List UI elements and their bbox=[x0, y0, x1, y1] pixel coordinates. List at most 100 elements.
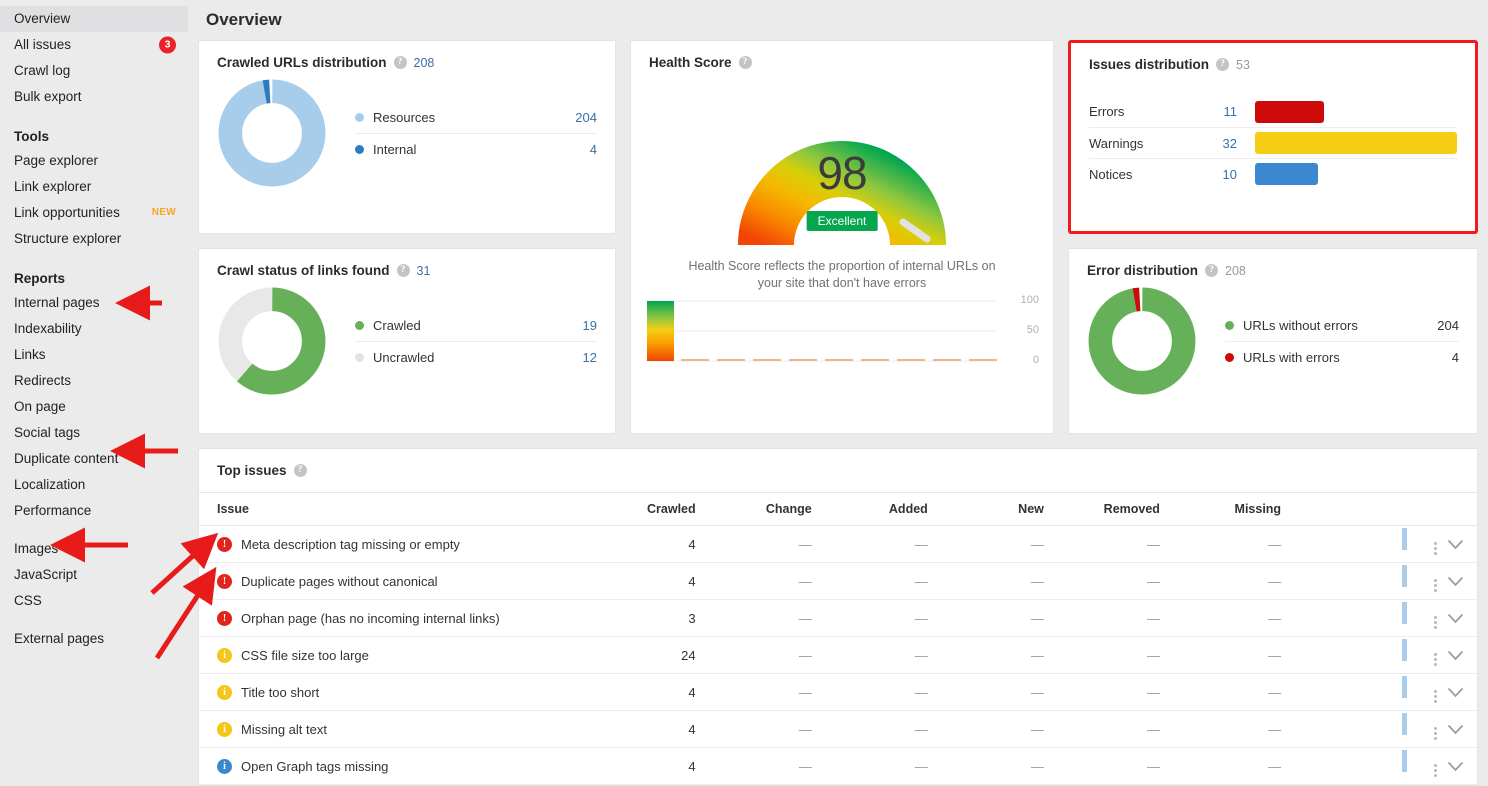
chevron-down-icon[interactable] bbox=[1448, 614, 1463, 624]
bar-fill-warnings bbox=[1255, 132, 1457, 154]
sidebar-item-localization[interactable]: Localization bbox=[0, 472, 188, 498]
help-icon[interactable]: ? bbox=[738, 56, 752, 69]
sidebar-item-on-page[interactable]: On page bbox=[0, 394, 188, 420]
sparkline-bar bbox=[1402, 675, 1408, 698]
cell-expand[interactable] bbox=[1436, 525, 1477, 563]
cell-expand[interactable] bbox=[1436, 562, 1477, 600]
cell-expand[interactable] bbox=[1436, 673, 1477, 711]
table-row[interactable]: i Missing alt text 4— — — — — bbox=[199, 710, 1477, 748]
cell-issue[interactable]: i Open Graph tags missing bbox=[199, 747, 603, 785]
cell-actions[interactable] bbox=[1402, 747, 1437, 785]
row-menu-icon[interactable] bbox=[1433, 653, 1437, 666]
sidebar-item-overview[interactable]: Overview bbox=[0, 6, 188, 32]
cell-issue[interactable]: ! Meta description tag missing or empty bbox=[199, 525, 603, 563]
chevron-down-icon[interactable] bbox=[1448, 725, 1463, 735]
cell-change: — bbox=[695, 747, 812, 785]
sidebar-item-label: Page explorer bbox=[14, 153, 99, 168]
row-menu-icon[interactable] bbox=[1433, 690, 1437, 703]
cell-issue[interactable]: ! Orphan page (has no incoming internal l… bbox=[199, 599, 603, 637]
sidebar-item-links[interactable]: Links bbox=[0, 342, 188, 368]
cell-crawled: 4 bbox=[602, 710, 696, 748]
cell-issue[interactable]: i Title too short bbox=[199, 673, 603, 711]
legend-label: URLs with errors bbox=[1243, 349, 1340, 365]
chevron-down-icon[interactable] bbox=[1448, 762, 1463, 772]
bar-item-notices[interactable]: Notices 10 bbox=[1089, 158, 1457, 189]
cell-actions[interactable] bbox=[1402, 525, 1437, 563]
bar-item-errors[interactable]: Errors 11 bbox=[1089, 96, 1457, 127]
row-menu-icon[interactable] bbox=[1433, 579, 1437, 592]
sidebar-item-bulk-export[interactable]: Bulk export bbox=[0, 84, 188, 110]
y-tick: 100 bbox=[1020, 294, 1039, 306]
sidebar-item-all-issues[interactable]: All issues 3 bbox=[0, 32, 188, 58]
column-header-issue[interactable]: Issue bbox=[199, 492, 603, 526]
cell-actions[interactable] bbox=[1402, 710, 1437, 748]
chevron-down-icon[interactable] bbox=[1448, 651, 1463, 661]
table-row[interactable]: i Open Graph tags missing 4— — — — — bbox=[199, 747, 1477, 785]
cell-new: — bbox=[927, 710, 1044, 748]
bar-fill-notices bbox=[1255, 163, 1319, 185]
sidebar-item-link-opportunities[interactable]: Link opportunities NEW bbox=[0, 200, 188, 226]
cell-expand[interactable] bbox=[1436, 636, 1477, 674]
table-row[interactable]: ! Meta description tag missing or empty 4—… bbox=[199, 525, 1477, 563]
sidebar-item-javascript[interactable]: JavaScript bbox=[0, 562, 188, 588]
sidebar-item-performance[interactable]: Performance bbox=[0, 498, 188, 524]
bar-item-warnings[interactable]: Warnings 32 bbox=[1089, 127, 1457, 158]
cell-expand[interactable] bbox=[1436, 747, 1477, 785]
cell-added: — bbox=[811, 525, 928, 563]
table-row[interactable]: i CSS file size too large 24— — — — — bbox=[199, 636, 1477, 674]
chevron-down-icon[interactable] bbox=[1448, 688, 1463, 698]
sparkline-bar bbox=[1402, 601, 1408, 624]
row-menu-icon[interactable] bbox=[1433, 616, 1437, 629]
cell-expand[interactable] bbox=[1436, 599, 1477, 637]
cell-removed: — bbox=[1043, 636, 1160, 674]
column-header-removed[interactable]: Removed bbox=[1043, 492, 1160, 526]
cell-issue[interactable]: ! Duplicate pages without canonical bbox=[199, 562, 603, 600]
cell-new: — bbox=[927, 599, 1044, 637]
sidebar-item-duplicate-content[interactable]: Duplicate content bbox=[0, 446, 188, 472]
column-header-change[interactable]: Change bbox=[695, 492, 812, 526]
help-icon[interactable]: ? bbox=[293, 464, 307, 477]
sidebar-item-external-pages[interactable]: External pages bbox=[0, 626, 188, 652]
sidebar-item-css[interactable]: CSS bbox=[0, 588, 188, 614]
cell-actions[interactable] bbox=[1402, 673, 1437, 711]
legend-label: Resources bbox=[373, 110, 436, 125]
row-menu-icon[interactable] bbox=[1433, 727, 1437, 740]
cell-issue[interactable]: i Missing alt text bbox=[199, 710, 603, 748]
chevron-down-icon[interactable] bbox=[1448, 540, 1463, 550]
sidebar-item-page-explorer[interactable]: Page explorer bbox=[0, 148, 188, 174]
cell-change: — bbox=[695, 599, 812, 637]
row-menu-icon[interactable] bbox=[1433, 764, 1437, 777]
sidebar-item-redirects[interactable]: Redirects bbox=[0, 368, 188, 394]
help-icon[interactable]: ? bbox=[393, 56, 407, 69]
row-menu-icon[interactable] bbox=[1433, 542, 1437, 555]
sidebar-item-images[interactable]: Images bbox=[0, 536, 188, 562]
sidebar-item-link-explorer[interactable]: Link explorer bbox=[0, 174, 188, 200]
column-header-crawled[interactable]: Crawled bbox=[602, 492, 696, 526]
sidebar-item-crawl-log[interactable]: Crawl log bbox=[0, 58, 188, 84]
sidebar-item-indexability[interactable]: Indexability bbox=[0, 316, 188, 342]
issues-distribution-card: Issues distribution ? 53 Errors 11 Warni… bbox=[1068, 40, 1478, 234]
sidebar-item-structure-explorer[interactable]: Structure explorer bbox=[0, 226, 188, 252]
sidebar-item-internal-pages[interactable]: Internal pages bbox=[0, 290, 188, 316]
table-row[interactable]: ! Duplicate pages without canonical 4— — — — — bbox=[199, 562, 1477, 600]
cell-actions[interactable] bbox=[1402, 562, 1437, 600]
table-row[interactable]: ! Orphan page (has no incoming internal l… bbox=[199, 599, 1477, 637]
page-title: Overview bbox=[206, 10, 282, 29]
column-header-missing[interactable]: Missing bbox=[1159, 492, 1282, 526]
cell-expand[interactable] bbox=[1436, 710, 1477, 748]
column-header-new[interactable]: New bbox=[927, 492, 1044, 526]
cell-removed: — bbox=[1043, 747, 1160, 785]
help-icon[interactable]: ? bbox=[396, 264, 410, 277]
cell-issue[interactable]: i CSS file size too large bbox=[199, 636, 603, 674]
help-icon[interactable]: ? bbox=[1216, 58, 1230, 71]
table-row[interactable]: i Title too short 4— — — — — bbox=[199, 673, 1477, 711]
help-icon[interactable]: ? bbox=[1205, 264, 1218, 277]
cell-actions[interactable] bbox=[1402, 636, 1437, 674]
sidebar-item-social-tags[interactable]: Social tags bbox=[0, 420, 188, 446]
legend-item: Uncrawled 12 bbox=[355, 341, 597, 372]
health-history-y-axis: 100 50 0 bbox=[1005, 294, 1039, 380]
chevron-down-icon[interactable] bbox=[1448, 577, 1463, 587]
cell-trend bbox=[1281, 636, 1408, 674]
column-header-added[interactable]: Added bbox=[811, 492, 928, 526]
cell-actions[interactable] bbox=[1402, 599, 1437, 637]
